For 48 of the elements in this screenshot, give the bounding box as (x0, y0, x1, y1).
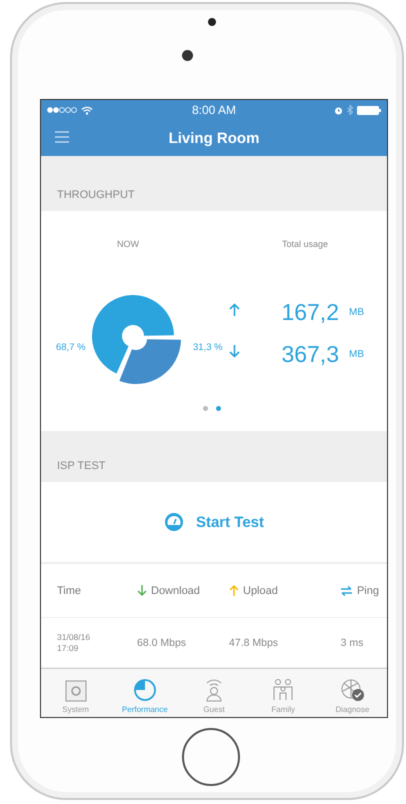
signal-icon (47, 107, 77, 113)
bluetooth-icon (347, 105, 353, 115)
chart-label: NOW (117, 238, 139, 249)
arrow-up-icon (229, 303, 240, 316)
speedometer-icon (164, 512, 184, 532)
column-header: Download (151, 584, 200, 597)
swap-arrows-icon (340, 586, 353, 596)
table-cell-text: 31/08/16 17:09 (57, 632, 92, 654)
screen-title: Living Room (168, 130, 260, 146)
menu-icon[interactable] (55, 131, 69, 143)
column-header: Time (57, 584, 82, 597)
usage-value: 367,3 (280, 340, 339, 368)
home-button[interactable] (182, 728, 240, 786)
family-icon (271, 678, 296, 702)
slice-label: 31,3 % (193, 342, 223, 353)
arrow-down-icon (137, 585, 147, 596)
usage-label: Total usage (282, 238, 328, 249)
tab-bar-item[interactable]: Diagnose (318, 669, 387, 717)
tab-bar-item[interactable]: System (41, 669, 110, 717)
page-dot[interactable] (216, 406, 221, 411)
table-cell: 68.0 Mbps (137, 636, 186, 649)
tab-bar-item[interactable]: Family (248, 669, 318, 717)
usage-value: 167,2 (280, 298, 339, 326)
arrow-up-icon (229, 585, 239, 596)
usage-unit: MB (349, 306, 364, 318)
status-time: 8:00 AM (192, 103, 236, 117)
router-icon (64, 680, 87, 702)
alarm-icon (334, 106, 343, 114)
section-header: THROUGHPUT (57, 188, 135, 201)
tab-bar-item[interactable]: Performance (110, 669, 180, 717)
column-header: Ping (356, 584, 379, 597)
speaker-dot (208, 18, 216, 26)
tab-bar-item[interactable]: Guest (179, 669, 249, 717)
start-test-button[interactable]: Start Test (160, 508, 268, 536)
column-header: Upload (243, 584, 278, 597)
battery-icon (357, 106, 381, 114)
network-check-icon (339, 678, 366, 702)
usage-unit: MB (349, 348, 364, 360)
camera-dot (182, 50, 193, 61)
arrow-down-icon (229, 345, 240, 358)
page-dot[interactable] (203, 406, 208, 411)
person-signal-icon (204, 678, 224, 702)
section-header: ISP TEST (57, 460, 106, 472)
pie-chart-icon (132, 678, 157, 702)
table-cell: 3 ms (340, 636, 364, 649)
wifi-icon (81, 106, 93, 114)
table-cell: 47.8 Mbps (229, 636, 278, 649)
slice-label: 68,7 % (56, 342, 86, 353)
